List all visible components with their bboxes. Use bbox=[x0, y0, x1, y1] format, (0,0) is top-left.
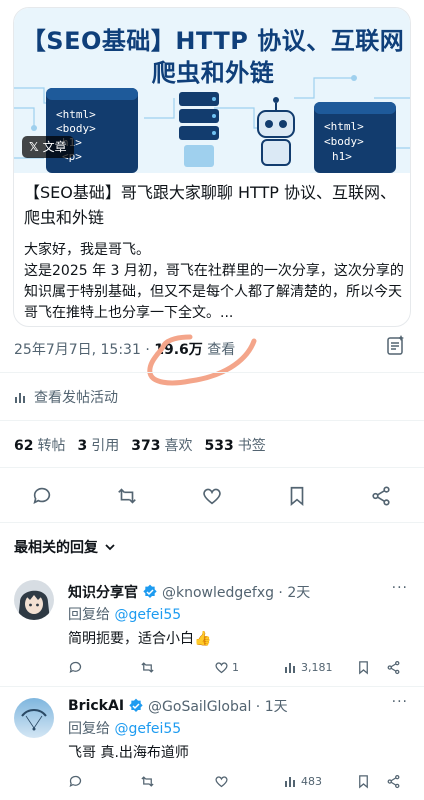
views-label: 查看 bbox=[202, 342, 236, 358]
engagement-stats: 62 转帖 3 引用 373 喜欢 533 书签 bbox=[14, 435, 266, 455]
banner-title-line2: 爬虫和外链 bbox=[151, 59, 275, 87]
analytics-icon bbox=[285, 777, 295, 787]
bookmark-icon bbox=[359, 774, 368, 788]
repost-icon bbox=[118, 488, 136, 504]
reply-icon bbox=[69, 661, 82, 673]
reply-icon bbox=[69, 775, 82, 787]
article-excerpt-text: 大家好，我是哥飞。 这是2025 年 3 月初，哥飞在社群里的一次分享，这次分享… bbox=[24, 242, 404, 321]
reply-button[interactable] bbox=[28, 482, 56, 510]
stat-likes[interactable]: 373 喜欢 bbox=[131, 435, 192, 455]
svg-text:<body>: <body> bbox=[324, 135, 364, 148]
reply-to-line: 回复给 @gefei55 bbox=[68, 607, 182, 623]
verified-badge-icon bbox=[143, 584, 157, 598]
divider bbox=[0, 467, 424, 468]
grok-analyze-icon[interactable] bbox=[384, 333, 408, 357]
share-icon bbox=[372, 486, 390, 506]
reply-item[interactable]: BrickAI @GoSailGlobal · 1天 ··· 回复给 @gefe… bbox=[0, 690, 424, 800]
heart-icon bbox=[203, 488, 221, 505]
author-handle: @GoSailGlobal · 1天 bbox=[148, 699, 288, 715]
more-options-icon[interactable]: ··· bbox=[392, 580, 408, 596]
like-button[interactable]: 1 bbox=[214, 658, 239, 676]
article-card[interactable]: <html> <body> h1> <p> <html> <body> h1> … bbox=[13, 7, 411, 327]
view-count: 3,181 bbox=[301, 660, 333, 674]
reply-author[interactable]: 知识分享官 @knowledgefxg · 2天 bbox=[68, 582, 310, 602]
share-icon bbox=[387, 660, 400, 674]
heart-icon bbox=[215, 775, 228, 787]
article-badge-label: 文章 bbox=[42, 140, 67, 154]
divider bbox=[0, 372, 424, 373]
view-count: 483 bbox=[301, 774, 322, 788]
activity-label: 查看发帖活动 bbox=[34, 390, 118, 406]
analytics-icon bbox=[15, 393, 25, 403]
reply-action-bar: 1 3,181 bbox=[68, 658, 408, 676]
divider bbox=[0, 522, 424, 523]
stat-bookmarks[interactable]: 533 书签 bbox=[204, 435, 265, 455]
post-action-bar bbox=[0, 482, 424, 510]
share-button[interactable] bbox=[386, 772, 401, 790]
svg-text:<body>: <body> bbox=[56, 122, 96, 135]
reply-text: 简明扼要，适合小白👍 bbox=[68, 631, 212, 647]
avatar[interactable] bbox=[14, 698, 54, 738]
views-button[interactable]: 483 bbox=[284, 772, 322, 790]
reply-button[interactable] bbox=[68, 772, 83, 790]
sort-label: 最相关的回复 bbox=[14, 540, 98, 556]
bookmark-button[interactable] bbox=[283, 482, 311, 510]
article-badge: 𝕏 文章 bbox=[22, 136, 74, 158]
banner-title-line1: 【SEO基础】HTTP 协议、互联网 bbox=[21, 27, 405, 55]
reply-item[interactable]: 知识分享官 @knowledgefxg · 2天 ··· 回复给 @gefei5… bbox=[0, 572, 424, 682]
x-logo-icon: 𝕏 bbox=[29, 140, 39, 154]
stat-reposts[interactable]: 62 转帖 bbox=[14, 435, 65, 455]
analytics-icon bbox=[285, 663, 295, 673]
heart-icon bbox=[215, 661, 228, 673]
bookmark-icon bbox=[290, 486, 304, 507]
more-options-icon[interactable]: ··· bbox=[392, 694, 408, 710]
like-button[interactable] bbox=[198, 482, 226, 510]
svg-text:<html>: <html> bbox=[324, 120, 364, 133]
svg-text:h1>: h1> bbox=[332, 150, 352, 163]
author-handle: @knowledgefxg · 2天 bbox=[162, 585, 311, 601]
svg-text:<html>: <html> bbox=[56, 108, 96, 121]
post-activity-link[interactable]: 查看发帖活动 bbox=[14, 387, 118, 407]
repost-icon bbox=[141, 775, 154, 787]
like-button[interactable] bbox=[214, 772, 232, 790]
mention-link[interactable]: @gefei55 bbox=[114, 721, 181, 737]
bookmark-button[interactable] bbox=[356, 658, 371, 676]
views-button[interactable]: 3,181 bbox=[284, 658, 333, 676]
reply-icon bbox=[33, 487, 51, 504]
bookmark-icon bbox=[359, 660, 368, 674]
post-meta: 25年7月7日, 15:31 · 19.6万 查看 bbox=[14, 339, 235, 359]
post-timestamp[interactable]: 25年7月7日, 15:31 bbox=[14, 342, 141, 358]
article-banner-image: <html> <body> h1> <p> <html> <body> h1> … bbox=[14, 8, 410, 173]
meta-separator: · bbox=[140, 342, 155, 358]
article-excerpt: 大家好，我是哥飞。 这是2025 年 3 月初，哥飞在社群里的一次分享，这次分享… bbox=[24, 240, 404, 324]
reply-to-line: 回复给 @gefei55 bbox=[68, 721, 182, 737]
repost-button[interactable] bbox=[140, 772, 155, 790]
stat-quotes[interactable]: 3 引用 bbox=[77, 435, 119, 455]
repost-button[interactable] bbox=[113, 482, 141, 510]
reply-text: 飞哥 真.出海布道师 bbox=[68, 745, 189, 761]
share-button[interactable] bbox=[367, 482, 395, 510]
chevron-down-icon bbox=[105, 544, 115, 551]
reply-sort-dropdown[interactable]: 最相关的回复 bbox=[14, 537, 116, 557]
divider bbox=[0, 420, 424, 421]
reply-button[interactable] bbox=[68, 658, 83, 676]
mention-link[interactable]: @gefei55 bbox=[114, 607, 181, 623]
divider bbox=[0, 686, 424, 687]
reply-author[interactable]: BrickAI @GoSailGlobal · 1天 bbox=[68, 696, 288, 716]
author-name: BrickAI bbox=[68, 698, 125, 714]
bookmark-button[interactable] bbox=[356, 772, 371, 790]
article-title: 【SEO基础】哥飞跟大家聊聊 HTTP 协议、互联网、爬虫和外链 bbox=[24, 183, 396, 227]
author-name: 知识分享官 bbox=[68, 585, 138, 601]
repost-icon bbox=[141, 661, 154, 673]
share-icon bbox=[387, 774, 400, 788]
avatar[interactable] bbox=[14, 580, 54, 620]
verified-badge-icon bbox=[129, 698, 143, 712]
reply-action-bar: 483 bbox=[68, 772, 408, 790]
like-count: 1 bbox=[232, 660, 239, 674]
view-count: 19.6万 bbox=[154, 342, 203, 358]
repost-button[interactable] bbox=[140, 658, 155, 676]
share-button[interactable] bbox=[386, 658, 401, 676]
